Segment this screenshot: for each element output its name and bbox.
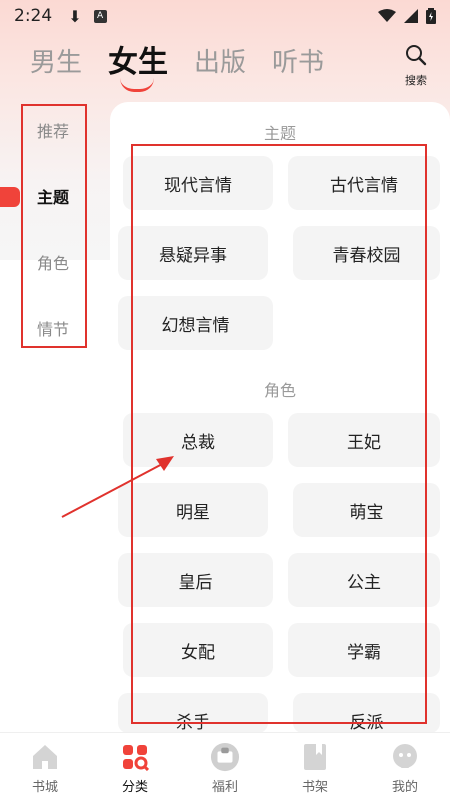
tab-male[interactable]: 男生 bbox=[30, 40, 82, 86]
search-button[interactable]: 搜索 bbox=[400, 44, 432, 88]
wifi-icon bbox=[378, 9, 396, 22]
tab-female[interactable]: 女生 bbox=[108, 40, 169, 92]
nav-label: 书城 bbox=[31, 780, 58, 795]
battery-icon bbox=[426, 8, 436, 24]
content-annotation-box bbox=[131, 144, 427, 724]
tab-label: 出版 bbox=[194, 48, 247, 78]
bottom-nav: 书城 分类 福利 书架 我的 bbox=[0, 732, 450, 800]
nav-label: 我的 bbox=[391, 780, 418, 795]
section-title-theme: 主题 bbox=[263, 124, 296, 143]
bookshelf-icon bbox=[300, 742, 330, 772]
status-bar: 2:24 ⬇ A bbox=[0, 0, 450, 32]
sidebar-annotation-box bbox=[21, 104, 87, 348]
gift-coin-icon bbox=[210, 742, 240, 772]
nav-mine[interactable]: 我的 bbox=[360, 733, 450, 800]
tab-label: 听书 bbox=[272, 48, 325, 78]
nav-label: 书架 bbox=[301, 780, 328, 795]
category-grid-icon bbox=[120, 742, 150, 772]
app-notification-icon: A bbox=[93, 9, 107, 23]
profile-icon bbox=[390, 742, 420, 772]
status-time: 2:24 bbox=[14, 6, 53, 26]
top-tabs: 男生 女生 出版 听书 bbox=[30, 40, 324, 92]
download-icon: ⬇ bbox=[68, 6, 82, 26]
tab-audiobook[interactable]: 听书 bbox=[272, 40, 324, 86]
nav-label: 福利 bbox=[211, 780, 238, 795]
tab-publish[interactable]: 出版 bbox=[194, 40, 246, 86]
nav-welfare[interactable]: 福利 bbox=[180, 733, 270, 800]
home-icon bbox=[30, 742, 60, 772]
search-label: 搜索 bbox=[405, 74, 427, 87]
tab-label: 女生 bbox=[108, 45, 169, 80]
nav-label: 分类 bbox=[121, 780, 148, 795]
nav-bookshelf[interactable]: 书架 bbox=[270, 733, 360, 800]
signal-icon bbox=[404, 9, 418, 23]
sidebar-active-marker bbox=[0, 187, 20, 207]
search-icon bbox=[406, 45, 427, 66]
nav-category[interactable]: 分类 bbox=[90, 733, 180, 800]
tab-label: 男生 bbox=[30, 48, 83, 78]
nav-bookstore[interactable]: 书城 bbox=[0, 733, 90, 800]
